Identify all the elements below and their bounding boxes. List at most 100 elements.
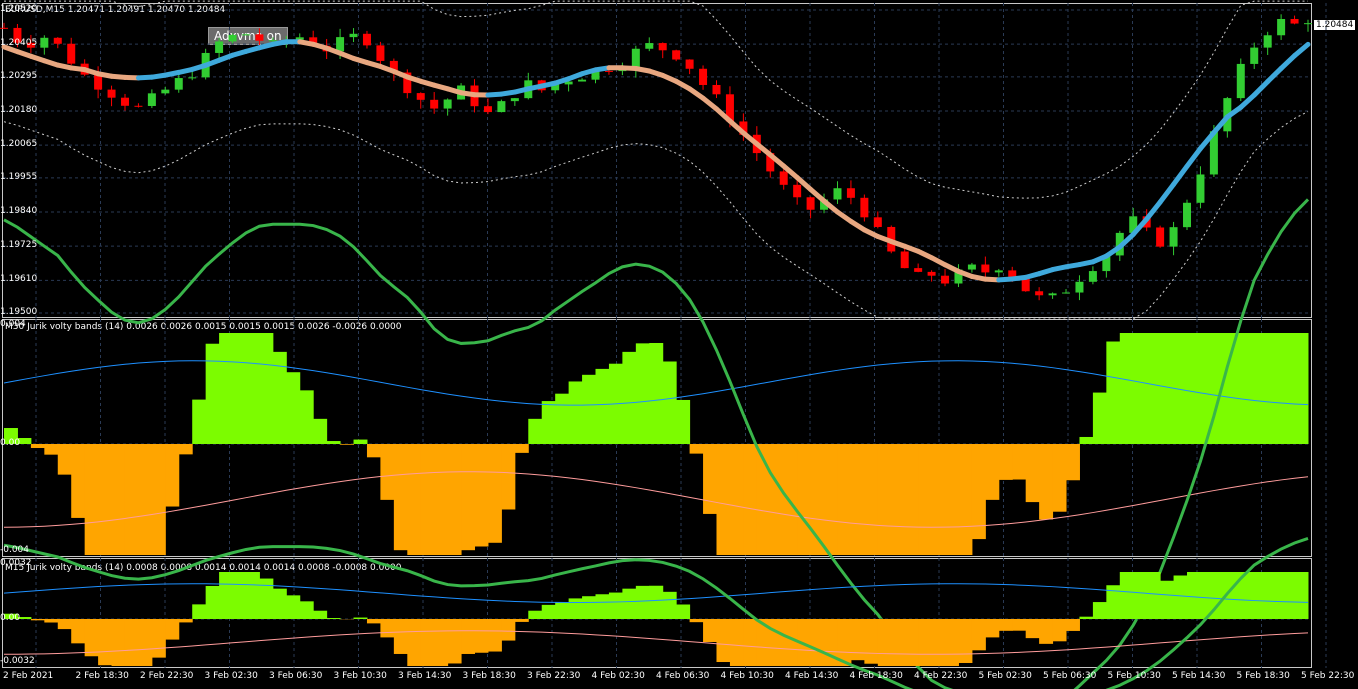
ind-m30-histogram-bar: [326, 441, 341, 444]
adxvma-line: [1278, 53, 1298, 71]
candle-body: [349, 33, 358, 38]
ind-m30-histogram-bar: [259, 333, 274, 444]
ind-m30-histogram-bar: [232, 333, 247, 444]
ind-m15-histogram-bar: [1079, 616, 1094, 619]
ind-m15-histogram-bar: [1281, 572, 1296, 619]
candle-body: [873, 217, 882, 227]
candle-body: [255, 34, 264, 41]
candle-body: [67, 43, 76, 64]
ind-m15-histogram-bar: [971, 619, 986, 651]
ind-m30-histogram-bar: [1092, 392, 1107, 444]
ind-m30-histogram-bar: [205, 343, 220, 444]
ind-m30-histogram-bar: [313, 418, 328, 444]
candle-body: [161, 89, 170, 94]
candle-body: [604, 70, 613, 72]
ind-m30-histogram-bar: [1187, 333, 1201, 444]
ind-m30-histogram-bar: [783, 444, 798, 555]
time-axis-label: 2 Feb 22:30: [140, 671, 194, 681]
ind-m30-histogram-bar: [192, 399, 207, 444]
ind-m15-histogram-bar: [205, 585, 220, 619]
ind-m15-histogram-bar: [1052, 619, 1067, 642]
ind-m15-histogram-bar: [245, 572, 260, 619]
ind-m30-histogram-bar: [837, 444, 852, 555]
price-axis-label: 1.20295: [0, 70, 38, 81]
ind-m30-histogram-bar: [958, 444, 973, 555]
candle-body: [699, 68, 708, 85]
ind-m30-histogram-bar: [891, 444, 906, 555]
ind-m15-histogram-bar: [165, 619, 180, 640]
ind-m30-histogram-bar: [366, 444, 381, 458]
time-axis-label: 4 Feb 18:30: [849, 671, 903, 681]
candle-body: [107, 89, 116, 98]
candle-body: [40, 37, 49, 48]
ind-m30-histogram-bar: [555, 393, 570, 444]
ind-m15-histogram-bar: [178, 619, 193, 623]
price-axis-label: 1.19840: [0, 206, 38, 216]
candle-body: [994, 270, 1003, 273]
chart-canvas: [0, 0, 1327, 689]
ind-m15-histogram-bar: [689, 619, 704, 623]
ind-m30-histogram-bar: [514, 444, 529, 453]
candle-body: [779, 171, 788, 185]
ind-m15-histogram-bar: [1066, 619, 1080, 631]
ind-m30-histogram-bar: [353, 439, 368, 444]
ind-m30-histogram-bar: [1240, 333, 1255, 444]
price-axis-label: 1.19955: [0, 171, 38, 182]
ind-m30-histogram-bar: [1267, 333, 1282, 444]
ind-m30-histogram-bar: [151, 444, 166, 555]
time-axis-label: 4 Feb 14:30: [785, 671, 839, 681]
ind-m30-histogram-bar: [850, 444, 865, 555]
ind-m30-histogram-bar: [1012, 444, 1027, 480]
ind-m30-histogram-bar: [71, 444, 86, 518]
ind-m15-histogram-bar: [326, 618, 341, 619]
candle-body: [645, 43, 654, 49]
candle-body: [188, 77, 197, 79]
ind-m15-histogram-bar: [219, 572, 234, 619]
candle-body: [806, 197, 815, 210]
ind-m30-histogram-bar: [1025, 444, 1040, 503]
candle-body: [860, 197, 869, 218]
candle-body: [1277, 18, 1286, 36]
candle-body: [362, 33, 371, 46]
ind-m30-histogram-bar: [1052, 444, 1067, 512]
ind-m15-histogram-bar: [1240, 572, 1255, 619]
candle-body: [174, 78, 183, 90]
ind-m30-histogram-bar: [461, 444, 476, 551]
price-axis-label: 1.20520: [0, 4, 38, 14]
ind-m30-histogram-bar: [501, 444, 516, 510]
ind-m30-histogram-bar: [1066, 444, 1080, 481]
ind-m15-histogram-bar: [84, 619, 99, 657]
ind-m30-histogram-bar: [84, 444, 99, 555]
upper-band-line: [4, 0, 1308, 199]
ind-m15-histogram-bar: [447, 619, 462, 664]
ind-m15-histogram-bar: [366, 619, 381, 624]
ind-m30-histogram-bar: [1146, 333, 1161, 444]
candle-body: [134, 105, 143, 107]
ind-m30-histogram-bar: [985, 444, 1000, 500]
ind-m15-histogram-bar: [71, 619, 86, 644]
adxvma-line: [1184, 145, 1203, 169]
ind-m15-histogram-bar: [1160, 580, 1175, 619]
ind-m15-histogram-bar: [151, 619, 166, 658]
ind-m30-histogram-bar: [1200, 333, 1215, 444]
ind-m30-histogram-bar: [635, 343, 650, 444]
adxvma-line: [1144, 199, 1163, 222]
ind-m30-histogram-bar: [582, 374, 597, 444]
ind-m15-histogram-bar: [1146, 572, 1161, 619]
ind-m30-histogram-bar: [904, 444, 919, 555]
ind-m15-histogram-bar: [1254, 572, 1269, 619]
ind-m30-lower-line: [3, 471, 1309, 528]
price-axis-label: 1.20065: [0, 139, 38, 150]
candle-body: [1169, 227, 1178, 247]
price-axis-label: 1.20405: [0, 38, 38, 49]
candle-body: [241, 34, 250, 36]
ind-m15-histogram-bar: [138, 619, 153, 666]
ind-m30-axis-label: -0.004: [0, 545, 30, 555]
ind-m30-histogram-bar: [286, 372, 301, 444]
candle-body: [1156, 227, 1165, 247]
candle-body: [510, 98, 519, 102]
candle-body: [1250, 47, 1259, 64]
time-axis-label: 3 Feb 10:30: [333, 671, 387, 681]
ind-m30-histogram-bar: [1281, 333, 1296, 444]
ind-m15-histogram-bar: [998, 619, 1013, 631]
